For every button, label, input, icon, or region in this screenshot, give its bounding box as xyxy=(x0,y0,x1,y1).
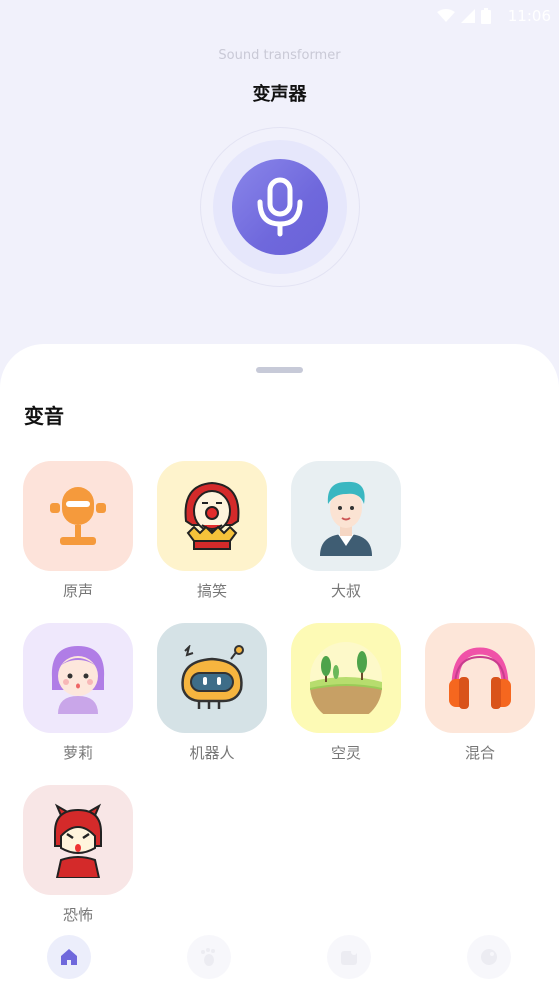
headphones-icon xyxy=(449,647,511,709)
effect-label: 大叔 xyxy=(330,582,361,600)
battery-icon xyxy=(481,8,491,24)
home-icon xyxy=(61,949,77,965)
section-title: 变音 xyxy=(24,404,64,428)
effect-original-box xyxy=(23,461,133,571)
profile-icon xyxy=(481,949,497,965)
microphone-icon xyxy=(257,177,303,237)
effect-label: 空灵 xyxy=(330,744,361,762)
robot-icon xyxy=(181,645,244,709)
landscape-icon xyxy=(310,642,382,714)
girl-icon xyxy=(51,646,105,714)
record-button[interactable] xyxy=(232,159,328,255)
effect-label: 机器人 xyxy=(189,744,235,762)
nav-folder[interactable] xyxy=(327,935,371,979)
effect-ethereal[interactable]: 空灵 xyxy=(291,623,401,763)
status-time: 11:06 xyxy=(507,7,551,25)
effect-funny[interactable]: 搞笑 xyxy=(157,461,267,601)
effect-label: 搞笑 xyxy=(196,582,227,600)
man-icon xyxy=(320,481,372,556)
effect-label: 萝莉 xyxy=(62,744,93,762)
effect-robot[interactable]: 机器人 xyxy=(157,623,267,763)
effect-label: 恐怖 xyxy=(62,906,93,924)
effect-label: 原声 xyxy=(62,582,93,600)
bottom-nav xyxy=(0,935,559,995)
effect-uncle-box xyxy=(291,461,401,571)
effect-mix[interactable]: 混合 xyxy=(425,623,535,763)
devil-icon xyxy=(54,803,102,878)
nav-footprint[interactable] xyxy=(187,935,231,979)
footprint-icon xyxy=(201,948,215,966)
status-bar: 11:06 xyxy=(0,0,559,30)
effect-horror[interactable]: 恐怖 xyxy=(23,785,133,925)
effect-robot-box xyxy=(157,623,267,733)
status-icons xyxy=(437,8,491,24)
record-button-halo xyxy=(213,140,347,274)
microphone-icon xyxy=(50,487,106,545)
effect-original[interactable]: 原声 xyxy=(23,461,133,601)
effect-loli[interactable]: 萝莉 xyxy=(23,623,133,763)
wifi-icon xyxy=(437,9,455,22)
nav-home[interactable] xyxy=(47,935,91,979)
clown-icon xyxy=(184,481,240,550)
effect-horror-box xyxy=(23,785,133,895)
effect-ethereal-box xyxy=(291,623,401,733)
nav-profile[interactable] xyxy=(467,935,511,979)
effect-loli-box xyxy=(23,623,133,733)
effect-uncle[interactable]: 大叔 xyxy=(291,461,401,601)
signal-icon xyxy=(461,9,475,23)
effect-funny-box xyxy=(157,461,267,571)
page-subtitle: Sound transformer xyxy=(218,48,341,63)
page-title: 变声器 xyxy=(252,84,307,105)
effect-mix-box xyxy=(425,623,535,733)
effect-label: 混合 xyxy=(464,744,495,762)
record-button-ring xyxy=(200,127,360,287)
sheet-handle[interactable] xyxy=(256,367,303,373)
effects-sheet: 变音 原声 搞笑 大叔 萝莉 机器人 空灵 混合 恐怖 xyxy=(0,344,559,995)
folder-icon xyxy=(341,949,357,965)
